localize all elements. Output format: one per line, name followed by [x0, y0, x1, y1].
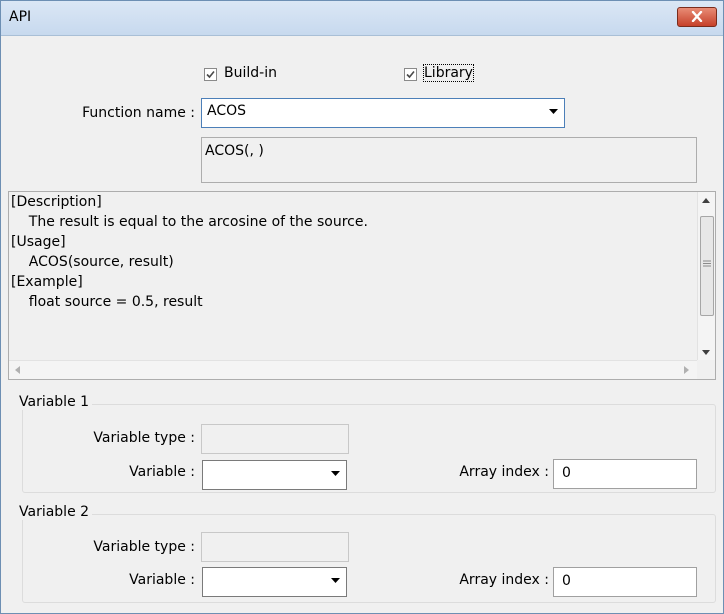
- function-name-value: ACOS: [207, 103, 247, 119]
- close-icon: [691, 11, 703, 22]
- variable-1-group-title: Variable 1: [16, 394, 93, 410]
- arrow-up-icon[interactable]: [702, 198, 710, 203]
- function-name-dropdown[interactable]: ACOS: [201, 98, 565, 128]
- arrow-down-icon[interactable]: [702, 350, 710, 355]
- library-checkbox-box[interactable]: [404, 68, 417, 81]
- arrow-right-icon[interactable]: [684, 366, 689, 374]
- variable-1-variable-label: Variable :: [129, 464, 195, 480]
- variable-1-index-input[interactable]: 0: [553, 459, 697, 489]
- chevron-down-icon: [549, 109, 558, 114]
- grip-icon: [703, 260, 711, 267]
- buildin-label: Build-in: [224, 65, 277, 81]
- checkmark-icon: [406, 70, 415, 79]
- horizontal-scrollbar[interactable]: [9, 360, 697, 379]
- title-bar[interactable]: API: [1, 1, 723, 36]
- function-signature: ACOS(, ): [201, 137, 697, 183]
- api-dialog: API Build-in Library Function name : ACO…: [0, 0, 724, 614]
- variable-2-group-title: Variable 2: [16, 504, 93, 520]
- variable-2-variable-label: Variable :: [129, 572, 195, 588]
- variable-1-dropdown[interactable]: [202, 460, 347, 490]
- vertical-scrollbar[interactable]: [697, 192, 715, 360]
- close-button[interactable]: [677, 7, 717, 27]
- variable-1-index-label: Array index :: [459, 464, 549, 480]
- variable-2-type-label: Variable type :: [93, 539, 195, 555]
- scrollbar-corner: [697, 361, 715, 379]
- chevron-down-icon: [331, 471, 340, 476]
- variable-1-type-field: [201, 424, 349, 454]
- function-signature-text: ACOS(, ): [205, 143, 264, 159]
- chevron-down-icon: [331, 578, 340, 583]
- description-line: [Description]: [11, 194, 102, 210]
- description-line: [Usage]: [11, 234, 66, 250]
- checkmark-icon: [206, 70, 215, 79]
- arrow-left-icon[interactable]: [15, 366, 20, 374]
- description-line: [Example]: [11, 274, 83, 290]
- variable-2-index-value: 0: [562, 573, 571, 589]
- description-line: The result is equal to the arcosine of t…: [11, 214, 368, 230]
- description-line: float source = 0.5, result: [11, 294, 203, 310]
- library-label: Library: [423, 64, 474, 82]
- window-title: API: [9, 9, 32, 25]
- function-name-label: Function name :: [82, 105, 195, 121]
- description-text: [Description] The result is equal to the…: [11, 192, 691, 312]
- variable-2-index-label: Array index :: [459, 572, 549, 588]
- vertical-scroll-thumb[interactable]: [700, 216, 714, 316]
- buildin-checkbox-box[interactable]: [204, 68, 217, 81]
- variable-1-type-label: Variable type :: [93, 430, 195, 446]
- description-panel[interactable]: [Description] The result is equal to the…: [8, 191, 716, 380]
- variable-2-index-input[interactable]: 0: [553, 567, 697, 597]
- variable-2-type-field: [201, 532, 349, 562]
- variable-2-dropdown[interactable]: [202, 567, 347, 597]
- variable-1-index-value: 0: [562, 465, 571, 481]
- description-line: ACOS(source, result): [11, 254, 174, 270]
